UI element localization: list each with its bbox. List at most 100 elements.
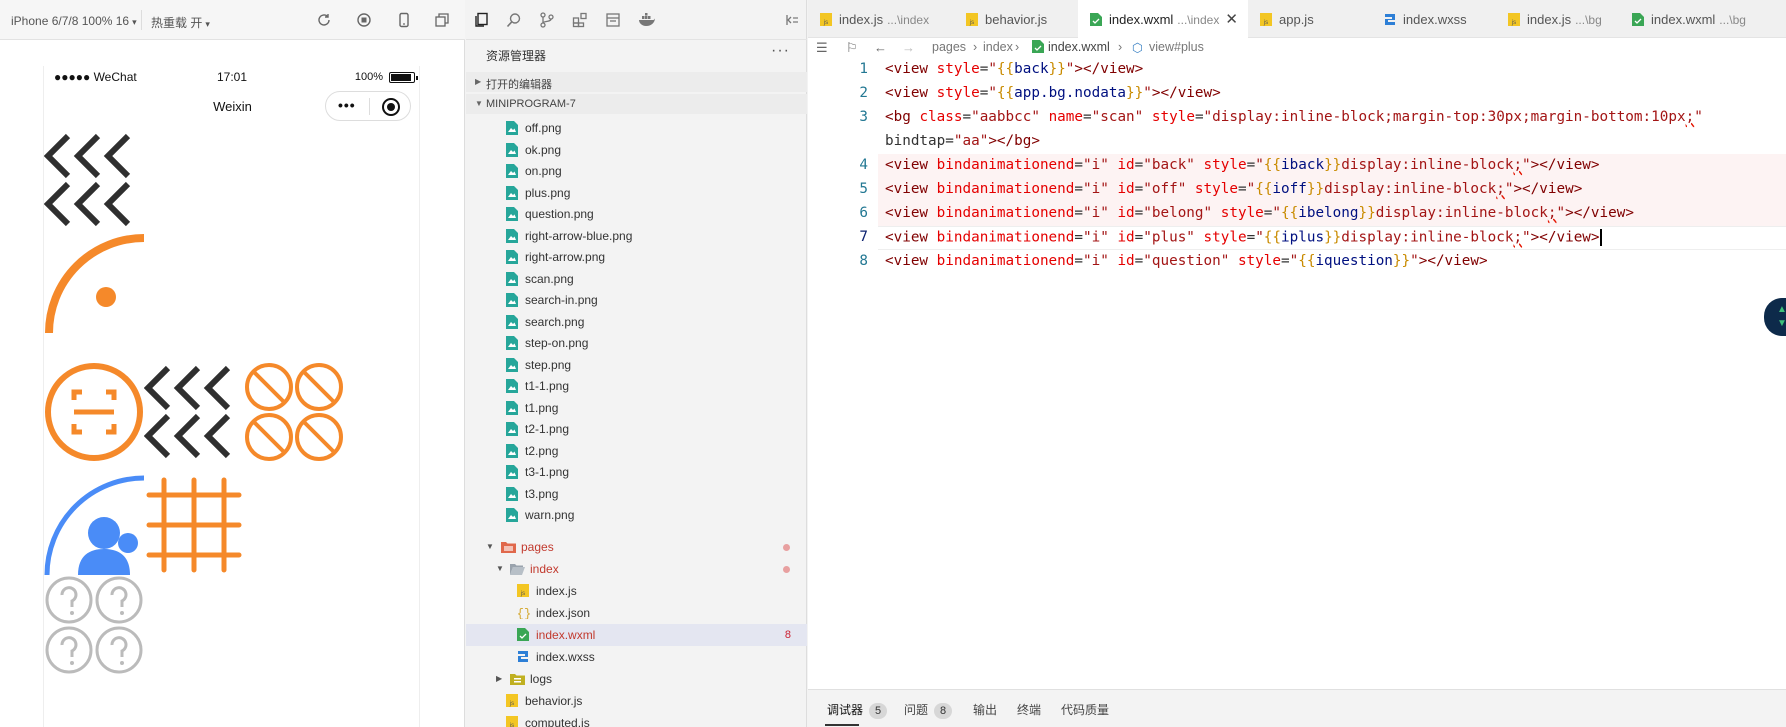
file-row[interactable]: right-arrow.png	[466, 246, 807, 268]
carrier-label: ●●●●● WeChat	[54, 70, 137, 84]
stop-icon[interactable]	[356, 12, 374, 28]
device-dropdown[interactable]: iPhone 6/7/8 100% 16 ▾	[11, 14, 137, 28]
editor-tab[interactable]: js index.js ...\index	[808, 0, 954, 38]
more-icon[interactable]: •••	[338, 97, 356, 113]
breadcrumb-item[interactable]: index	[983, 40, 1013, 54]
file-row[interactable]: off.png	[466, 117, 807, 139]
file-row[interactable]: plus.png	[466, 182, 807, 204]
chevron-right-icon: ▶	[475, 77, 482, 86]
file-row[interactable]: step-on.png	[466, 332, 807, 354]
editor-tab[interactable]: index.wxml ...\index ✕	[1078, 0, 1248, 38]
file-row[interactable]: warn.png	[466, 504, 807, 526]
folder-open-icon	[510, 562, 525, 576]
section-project[interactable]: ▼ MINIPROGRAM-7	[466, 94, 807, 114]
popout-icon[interactable]	[434, 12, 452, 28]
code-line[interactable]: <view bindanimationend="i" id="back" sty…	[885, 157, 1600, 173]
code-area[interactable]: 1 2 3 4 5 6 7 8 <view style="{{back}}"></view> <…	[808, 58, 1786, 690]
file-row[interactable]: t3.png	[466, 483, 807, 505]
file-row[interactable]: t3-1.png	[466, 461, 807, 483]
file-row[interactable]: {} index.json	[466, 602, 807, 624]
chevron-down-icon: ▾	[205, 19, 210, 29]
back-arrow-icon[interactable]: ←	[874, 40, 887, 55]
refresh-icon[interactable]	[316, 12, 334, 28]
hotreload-dropdown[interactable]: 热重载 开 ▾	[151, 14, 210, 31]
file-row[interactable]: right-arrow-blue.png	[466, 225, 807, 247]
code-line[interactable]: <view bindanimationend="i" id="plus" sty…	[885, 229, 1602, 246]
code-line[interactable]: <view style="{{back}}"></view>	[885, 61, 1143, 77]
file-row[interactable]: t1-1.png	[466, 375, 807, 397]
chevron-down-icon: ▾	[132, 17, 137, 27]
file-row[interactable]: t1.png	[466, 397, 807, 419]
bottom-tab[interactable]: 代码质量	[1061, 701, 1109, 718]
phone-icon[interactable]	[396, 12, 414, 28]
folder-pages[interactable]: ▼ pages	[466, 536, 807, 558]
question-icons	[45, 576, 143, 674]
code-line[interactable]: <view bindanimationend="i" id="belong" s…	[885, 205, 1634, 221]
tab-label: index.wxml	[1109, 12, 1174, 27]
docker-icon[interactable]	[638, 12, 655, 28]
file-row[interactable]: step.png	[466, 354, 807, 376]
extensions-icon[interactable]	[572, 12, 588, 28]
code-line[interactable]: bindtap="aa"></bg>	[885, 133, 1040, 149]
editor-tab[interactable]: index.wxss	[1372, 0, 1496, 38]
breadcrumb-item[interactable]: pages	[932, 40, 966, 54]
phone-screen: ●●●●● WeChat 17:01 100% Weixin •••	[43, 66, 420, 727]
bottom-tab[interactable]: 问题 8	[904, 701, 953, 719]
file-row[interactable]: search-in.png	[466, 289, 807, 311]
source-control-icon[interactable]	[539, 12, 555, 28]
menu-capsule[interactable]: •••	[325, 91, 411, 121]
search-icon[interactable]	[506, 12, 522, 28]
forward-arrow-icon[interactable]: →	[902, 40, 915, 55]
battery-icon	[389, 72, 418, 83]
bottom-panel-tabs: 调试器 5 问题 8 输出 终端 代码质量	[808, 689, 1786, 727]
folder-logs[interactable]: ▶ logs	[466, 668, 807, 690]
code-line[interactable]: <view bindanimationend="i" id="question"…	[885, 253, 1488, 269]
close-icon[interactable]: ✕	[1225, 10, 1238, 28]
line-number: 4	[859, 157, 868, 173]
file-row[interactable]: t2-1.png	[466, 418, 807, 440]
file-row[interactable]: scan.png	[466, 268, 807, 290]
file-row[interactable]: question.png	[466, 203, 807, 225]
tab-label: app.js	[1279, 12, 1314, 27]
folder-index[interactable]: ▼ index	[466, 558, 807, 580]
bottom-tab[interactable]: 调试器 5	[827, 701, 888, 719]
section-open-editors[interactable]: ▶ 打开的编辑器	[466, 72, 807, 92]
breadcrumb-item[interactable]: index.wxml	[1048, 40, 1110, 54]
bottom-tab[interactable]: 终端	[1017, 701, 1041, 718]
editor-tab[interactable]: index.wxml ...\bg	[1620, 0, 1760, 38]
bottom-tab-label: 输出	[973, 703, 998, 717]
more-actions-icon[interactable]: ···	[771, 42, 790, 60]
file-row[interactable]: js computed.js	[466, 712, 807, 727]
image-file-icon	[506, 250, 519, 264]
editor-tab[interactable]: js index.js ...\bg	[1496, 0, 1620, 38]
bookmark-icon[interactable]: ⚐	[846, 40, 858, 56]
file-row[interactable]: t2.png	[466, 440, 807, 462]
bottom-tab[interactable]: 输出	[973, 701, 997, 718]
file-row[interactable]: index.wxss	[466, 646, 807, 668]
file-row[interactable]: ok.png	[466, 139, 807, 161]
outline-icon[interactable]: ☰	[816, 40, 828, 56]
code-line[interactable]: <bg class="aabbcc" name="scan" style="di…	[885, 109, 1703, 125]
file-row[interactable]: search.png	[466, 311, 807, 333]
code-line[interactable]: <view style="{{app.bg.nodata}}"></view>	[885, 85, 1221, 101]
file-row[interactable]: js index.js	[466, 580, 807, 602]
editor-tab[interactable]: js behavior.js	[954, 0, 1078, 38]
file-row[interactable]: on.png	[466, 160, 807, 182]
editor-tab[interactable]: js app.js	[1248, 0, 1372, 38]
breadcrumb-sep-icon: ›	[1015, 40, 1020, 54]
tab-label: index.js	[1527, 12, 1572, 27]
ide-window: iPhone 6/7/8 100% 16 ▾ 热重载 开 ▾ ●●●●● WeCha…	[0, 0, 1786, 727]
line-number: 2	[859, 85, 868, 101]
file-name: right-arrow.png	[525, 250, 606, 264]
collapse-panel-icon[interactable]	[784, 12, 800, 28]
debug-icon[interactable]	[605, 12, 621, 28]
file-row[interactable]: index.wxml 8	[466, 624, 807, 646]
image-file-icon	[506, 121, 519, 135]
files-icon[interactable]	[473, 12, 489, 28]
close-capsule-icon[interactable]	[382, 98, 400, 116]
breadcrumb-sep-icon: ›	[973, 40, 978, 54]
count-badge: 5	[869, 703, 888, 719]
breadcrumb-item[interactable]: view#plus	[1149, 40, 1204, 54]
code-line[interactable]: <view bindanimationend="i" id="off" styl…	[885, 181, 1582, 197]
file-row[interactable]: js behavior.js	[466, 690, 807, 712]
